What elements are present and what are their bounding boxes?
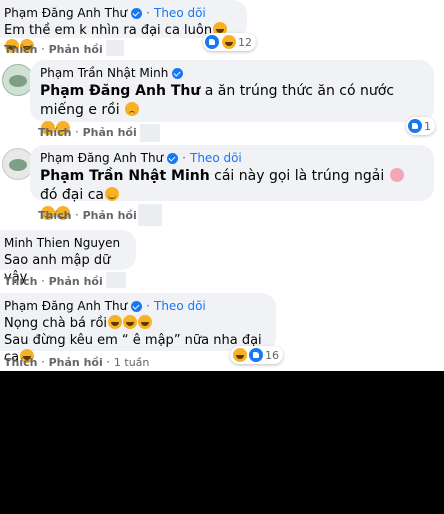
- sad-emoji-icon: [125, 102, 140, 116]
- mention-link[interactable]: Phạm Đăng Anh Thư: [40, 83, 200, 99]
- author-name[interactable]: Minh Thien Nguyen: [4, 236, 120, 250]
- comment-bubble: Phạm Trần Nhật Minh Phạm Đăng Anh Thư a …: [30, 60, 434, 135]
- author-name[interactable]: Phạm Đăng Anh Thư: [4, 299, 127, 313]
- verified-icon: [172, 67, 184, 79]
- comment-author-row: Phạm Đăng Anh Thư · Theo dõi: [4, 299, 266, 313]
- reaction-count: 12: [238, 35, 252, 49]
- author-name[interactable]: Phạm Đăng Anh Thư: [40, 151, 163, 165]
- comment-actions: Thích · Phản hồi · 1 tuần: [4, 355, 149, 369]
- comment-bubble: Phạm Đăng Anh Thư · Theo dõi Phạm Trần N…: [30, 145, 434, 220]
- comment-actions: Thích · Phản hồi: [38, 125, 137, 139]
- verified-icon: [131, 7, 143, 19]
- like-reaction-icon: [408, 119, 422, 133]
- blurred-area: [106, 272, 126, 288]
- comment-text: cái này gọi là trúng ngải: [209, 168, 385, 184]
- laugh-emoji-icon: [108, 315, 123, 329]
- comment-bubble: Minh Thien Nguyen Sao anh mập dữ vậy: [0, 230, 136, 285]
- comment-text: Em thề em k nhìn ra đại ca luôn: [4, 23, 213, 38]
- separator-dot: ·: [182, 151, 186, 165]
- author-name[interactable]: Phạm Trần Nhật Minh: [40, 66, 168, 80]
- laugh-emoji-icon: [138, 315, 153, 329]
- black-background: [0, 371, 444, 514]
- reply-button[interactable]: Phản hồi: [49, 43, 103, 56]
- separator-dot: ·: [74, 208, 83, 222]
- comment-author-row: Minh Thien Nguyen: [4, 236, 126, 250]
- smile-emoji-icon: [104, 187, 119, 201]
- separator-dot: ·: [40, 42, 49, 56]
- comment-author-row: Phạm Đăng Anh Thư · Theo dõi: [40, 151, 424, 165]
- separator-dot: ·: [106, 355, 114, 369]
- like-button[interactable]: Thích: [38, 209, 71, 222]
- comment-text-continued: đó đại ca: [40, 187, 104, 203]
- comment-actions: Thích · Phản hồi: [38, 208, 137, 222]
- like-button[interactable]: Thích: [38, 126, 71, 139]
- laugh-emoji-icon: [123, 315, 138, 329]
- comment-actions: Thích · Phản hồi: [4, 274, 103, 288]
- like-button[interactable]: Thích: [4, 275, 37, 288]
- follow-link[interactable]: Theo dõi: [154, 299, 206, 313]
- like-reaction-icon: [249, 348, 263, 362]
- reply-button[interactable]: Phản hồi: [49, 356, 103, 369]
- reaction-summary[interactable]: 12: [203, 33, 256, 51]
- reply-button[interactable]: Phản hồi: [49, 275, 103, 288]
- separator-dot: ·: [40, 355, 49, 369]
- like-button[interactable]: Thích: [4, 356, 37, 369]
- reaction-count: 1: [424, 119, 431, 133]
- comment-bubble: Phạm Đăng Anh Thư · Theo dõi Nọng chà bá…: [0, 293, 276, 365]
- verified-icon: [131, 300, 143, 312]
- mention-link[interactable]: Phạm Trần Nhật Minh: [40, 168, 210, 184]
- comment-author-row: Phạm Đăng Anh Thư · Theo dõi: [4, 6, 237, 20]
- like-button[interactable]: Thích: [4, 43, 37, 56]
- blurred-area: [140, 124, 160, 142]
- blurred-area: [106, 40, 124, 56]
- haha-reaction-icon: [222, 35, 236, 49]
- separator-dot: ·: [146, 6, 150, 20]
- separator-dot: ·: [74, 125, 83, 139]
- follow-link[interactable]: Theo dõi: [154, 6, 206, 20]
- comment-timestamp[interactable]: 1 tuần: [114, 356, 150, 369]
- blurred-area: [138, 204, 162, 226]
- haha-reaction-icon: [233, 348, 247, 362]
- separator-dot: ·: [146, 299, 150, 313]
- comment-text-line1: Nọng chà bá rồi: [4, 316, 108, 331]
- follow-link[interactable]: Theo dõi: [190, 151, 242, 165]
- reply-button[interactable]: Phản hồi: [83, 126, 137, 139]
- author-name[interactable]: Phạm Đăng Anh Thư: [4, 6, 127, 20]
- comment-author-row: Phạm Trần Nhật Minh: [40, 66, 424, 80]
- reaction-summary[interactable]: 16: [230, 346, 283, 364]
- comment-actions: Thích · Phản hồi: [4, 42, 103, 56]
- reaction-count: 16: [265, 348, 279, 362]
- reaction-summary[interactable]: 1: [406, 117, 435, 135]
- like-reaction-icon: [205, 35, 219, 49]
- comment-thread: Phạm Đăng Anh Thư · Theo dõi Em thề em k…: [0, 0, 444, 371]
- reply-button[interactable]: Phản hồi: [83, 209, 137, 222]
- verified-icon: [167, 152, 179, 164]
- pig-emoji-icon: [389, 168, 404, 182]
- separator-dot: ·: [40, 274, 49, 288]
